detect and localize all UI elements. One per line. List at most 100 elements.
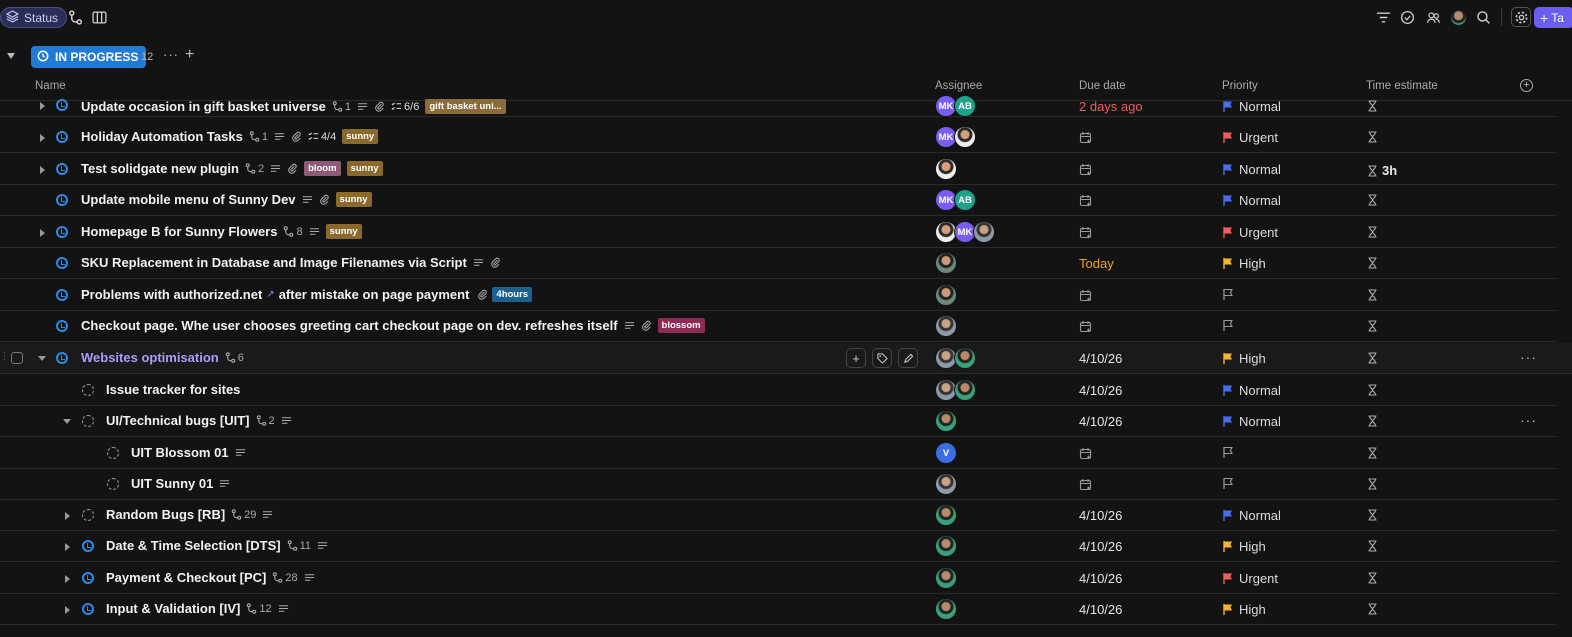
due-date[interactable]: 4/10/26 [1079, 571, 1122, 586]
time-estimate[interactable] [1367, 226, 1378, 238]
table-row[interactable]: Test solidgate new plugin 2 bloom sunny … [0, 154, 1557, 185]
expand-caret-icon[interactable] [65, 575, 70, 583]
task-name[interactable]: UI/Technical bugs [UIT] [106, 413, 250, 428]
add-task-button[interactable]: + Ta [1534, 7, 1572, 28]
calendar-icon[interactable] [1079, 447, 1092, 463]
task-name[interactable]: UIT Sunny 01 [131, 476, 213, 491]
table-row[interactable]: UIT Sunny 01 [0, 469, 1557, 500]
column-due-date[interactable]: Due date [1079, 80, 1126, 92]
due-date[interactable]: 4/10/26 [1079, 539, 1122, 554]
tag-sunny[interactable]: sunny [342, 129, 379, 144]
assignee-stack[interactable]: MK [935, 126, 976, 148]
subtasks-toggle-icon[interactable] [67, 9, 83, 25]
in-progress-status-icon[interactable] [56, 352, 68, 364]
assignee-stack[interactable]: MK AB [935, 95, 976, 117]
time-estimate[interactable] [1367, 100, 1378, 112]
assignee-stack[interactable] [935, 598, 957, 620]
priority[interactable]: Normal [1222, 383, 1281, 398]
in-progress-status-icon[interactable] [56, 226, 68, 238]
table-row[interactable]: Homepage B for Sunny Flowers 8 sunny MK … [0, 217, 1557, 248]
task-name[interactable]: Payment & Checkout [PC] [106, 570, 266, 585]
table-row[interactable]: Random Bugs [RB] 29 4/10/26 Normal [0, 500, 1557, 531]
check-circle-icon[interactable] [1399, 9, 1415, 25]
assignee-stack[interactable] [935, 504, 957, 526]
subtask-count[interactable]: 2 [256, 415, 275, 427]
todo-status-icon[interactable] [107, 447, 119, 459]
due-date[interactable]: Today [1079, 256, 1114, 271]
table-row[interactable]: Update occasion in gift basket universe … [0, 93, 1557, 117]
assignee-stack[interactable] [935, 252, 957, 274]
in-progress-status-icon[interactable] [56, 289, 68, 301]
calendar-icon[interactable] [1079, 163, 1092, 179]
priority[interactable]: Normal [1222, 162, 1281, 177]
calendar-icon[interactable] [1079, 478, 1092, 494]
priority[interactable]: High [1222, 351, 1266, 366]
task-name[interactable]: Update mobile menu of Sunny Dev [81, 192, 296, 207]
more-horizontal-icon[interactable]: ··· [1520, 412, 1537, 428]
calendar-icon[interactable] [1079, 194, 1092, 210]
calendar-icon[interactable] [1079, 131, 1092, 147]
time-estimate[interactable] [1367, 352, 1378, 364]
in-progress-status-icon[interactable] [82, 540, 94, 552]
task-name[interactable]: Test solidgate new plugin [81, 161, 239, 176]
status-pill-in-progress[interactable]: IN PROGRESS [31, 46, 147, 68]
priority[interactable] [1222, 319, 1234, 332]
task-name-tail[interactable]: after mistake on page payment [279, 287, 470, 302]
time-estimate[interactable] [1367, 194, 1378, 206]
priority[interactable] [1222, 446, 1234, 459]
priority[interactable]: High [1222, 602, 1266, 617]
time-estimate[interactable] [1367, 540, 1378, 552]
column-priority[interactable]: Priority [1222, 80, 1258, 92]
assignee-stack[interactable] [935, 347, 976, 369]
assignee-stack[interactable] [935, 567, 957, 589]
todo-status-icon[interactable] [82, 415, 94, 427]
task-name[interactable]: Holiday Automation Tasks [81, 129, 243, 144]
priority[interactable]: High [1222, 256, 1266, 271]
subtask-count[interactable]: 2 [245, 163, 264, 175]
calendar-icon[interactable] [1079, 289, 1092, 305]
task-name[interactable]: Problems with authorized.net [81, 287, 262, 302]
assignee-stack[interactable]: MK [935, 221, 995, 243]
in-progress-status-icon[interactable] [56, 257, 68, 269]
in-progress-status-icon[interactable] [56, 194, 68, 206]
time-estimate[interactable] [1367, 603, 1378, 615]
priority[interactable]: Normal [1222, 414, 1281, 429]
collapse-caret-icon[interactable] [38, 356, 46, 361]
due-date[interactable]: 4/10/26 [1079, 351, 1122, 366]
due-date[interactable]: 4/10/26 [1079, 414, 1122, 429]
in-progress-status-icon[interactable] [56, 131, 68, 143]
tag-sunny[interactable]: sunny [335, 192, 372, 207]
add-column-plus-icon[interactable]: + [1520, 79, 1533, 92]
task-name[interactable]: UIT Blossom 01 [131, 445, 229, 460]
expand-caret-icon[interactable] [40, 166, 45, 174]
in-progress-status-icon[interactable] [82, 603, 94, 615]
task-name[interactable]: Homepage B for Sunny Flowers [81, 224, 277, 239]
tag-icon[interactable] [872, 348, 892, 368]
external-link-icon[interactable]: ↗ [266, 289, 274, 300]
table-row[interactable]: UIT Blossom 01 V [0, 438, 1557, 469]
assignee-stack[interactable]: V [935, 442, 957, 464]
expand-caret-icon[interactable] [40, 229, 45, 237]
assignee-stack[interactable] [935, 158, 957, 180]
tag-gift-basket[interactable]: gift basket uni... [425, 99, 506, 114]
me-avatar[interactable] [1450, 9, 1466, 25]
todo-status-icon[interactable] [107, 478, 119, 490]
priority[interactable]: Normal [1222, 99, 1281, 114]
checklist-count[interactable]: 4/4 [308, 131, 336, 143]
add-task-plus-icon[interactable]: + [185, 46, 194, 64]
subtask-count[interactable]: 11 [287, 540, 311, 552]
column-time-estimate[interactable]: Time estimate [1366, 80, 1438, 92]
expand-caret-icon[interactable] [65, 606, 70, 614]
expand-caret-icon[interactable] [65, 543, 70, 551]
table-row[interactable]: Update mobile menu of Sunny Dev sunny MK… [0, 185, 1557, 216]
due-date[interactable]: 2 days ago [1079, 99, 1143, 114]
table-row[interactable]: Problems with authorized.net ↗ after mis… [0, 280, 1557, 311]
assignee-stack[interactable] [935, 315, 957, 337]
settings-gear-icon[interactable] [1511, 7, 1531, 27]
subtask-count[interactable]: 29 [231, 509, 256, 521]
table-row[interactable]: SKU Replacement in Database and Image Fi… [0, 248, 1557, 279]
subtask-count[interactable]: 28 [272, 572, 298, 584]
columns-icon[interactable] [91, 9, 107, 25]
time-estimate[interactable] [1367, 572, 1378, 584]
assignee-stack[interactable] [935, 410, 957, 432]
